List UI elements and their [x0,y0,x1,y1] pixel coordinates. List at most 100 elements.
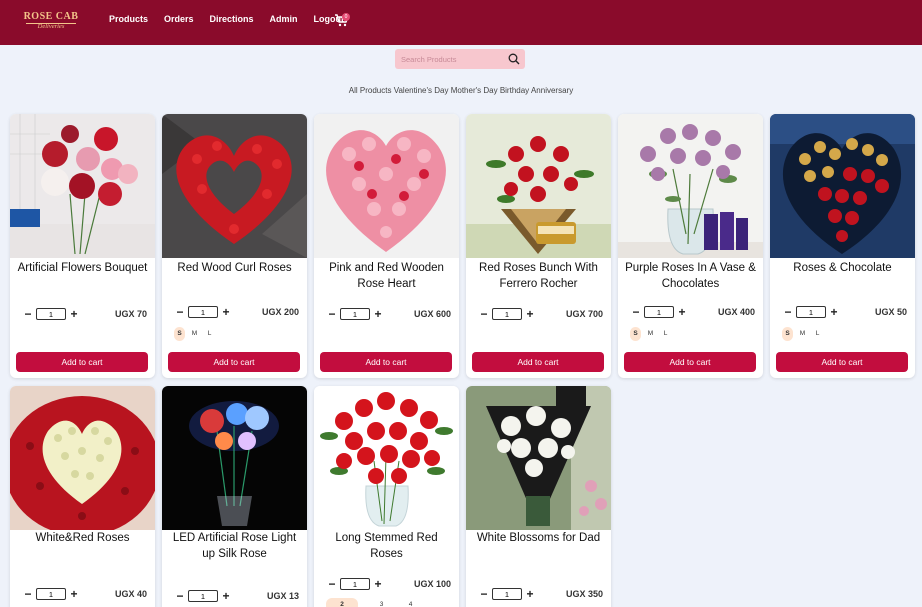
quantity-input[interactable] [340,578,370,590]
nav-link-orders[interactable]: Orders [164,14,194,24]
minus-icon[interactable]: − [174,306,186,318]
quantity-input[interactable] [188,590,218,602]
size-option[interactable]: S [782,327,793,341]
minus-icon[interactable]: − [22,308,34,320]
size-option[interactable]: M [189,327,200,341]
size-selector: S M L [174,327,215,341]
nav-link-products[interactable]: Products [109,14,148,24]
product-price: UGX 600 [413,309,451,319]
led-rose-image [162,386,307,530]
product-card: Pink and Red Wooden Rose Heart − + UGX 6… [314,114,459,378]
product-price: UGX 50 [874,307,907,317]
quantity-input[interactable] [644,306,674,318]
search-input[interactable] [395,49,505,69]
size-option[interactable]: L [812,327,823,341]
plus-icon[interactable]: + [676,306,688,318]
size-option[interactable]: M [797,327,808,341]
quantity-stepper: − + [174,590,240,602]
product-price: UGX 13 [266,591,299,601]
size-option[interactable]: L [660,327,671,341]
size-option[interactable]: M [645,327,656,341]
quantity-input[interactable] [36,588,66,600]
product-card: Artificial Flowers Bouquet − + UGX 70 Ad… [10,114,155,378]
size-option[interactable]: S [174,327,185,341]
quantity-input[interactable] [340,308,370,320]
quantity-input[interactable] [36,308,66,320]
quantity-stepper: − + [478,588,544,600]
plus-icon[interactable]: + [68,588,80,600]
add-to-cart-button[interactable]: Add to cart [624,352,756,372]
quantity-stepper: − + [22,308,88,320]
product-price: UGX 70 [114,309,147,319]
product-title: Red Wood Curl Roses [177,262,292,274]
plus-icon[interactable]: + [828,306,840,318]
product-card: White&Red Roses − + UGX 40 [10,386,155,607]
add-to-cart-button[interactable]: Add to cart [168,352,300,372]
cart-count-badge: 0 [342,13,350,21]
size-option[interactable]: 4 [405,598,416,607]
roses-chocolate-image [770,114,915,258]
minus-icon[interactable]: − [782,306,794,318]
product-title: White Blossoms for Dad [476,532,601,544]
product-title: Roses & Chocolate [793,262,892,274]
plus-icon[interactable]: + [220,590,232,602]
category-all-products[interactable]: All Products [349,86,392,95]
plus-icon[interactable]: + [524,308,536,320]
quantity-input[interactable] [492,308,522,320]
size-option[interactable]: S [630,327,641,341]
category-birthday[interactable]: Birthday [500,86,529,95]
product-price: UGX 400 [717,307,755,317]
add-to-cart-button[interactable]: Add to cart [16,352,148,372]
plus-icon[interactable]: + [372,308,384,320]
product-title: Long Stemmed Red Roses [335,532,438,560]
minus-icon[interactable]: − [326,578,338,590]
product-card: Red Roses Bunch With Ferrero Rocher − + … [466,114,611,378]
quantity-stepper: − + [630,306,696,318]
quantity-input[interactable] [492,588,522,600]
product-price: UGX 100 [413,579,451,589]
minus-icon[interactable]: − [174,590,186,602]
plus-icon[interactable]: + [68,308,80,320]
quantity-input[interactable] [188,306,218,318]
search-icon[interactable] [508,53,520,65]
product-title: Pink and Red Wooden Rose Heart [329,262,444,290]
add-to-cart-button[interactable]: Add to cart [320,352,452,372]
red-wood-curl-roses-image [162,114,307,258]
nav-link-directions[interactable]: Directions [210,14,254,24]
quantity-stepper: − + [326,578,392,590]
minus-icon[interactable]: − [478,588,490,600]
plus-icon[interactable]: + [524,588,536,600]
nav-link-admin[interactable]: Admin [270,14,298,24]
white-red-roses-image [10,386,155,530]
size-option[interactable]: 2 [326,598,358,607]
minus-icon[interactable]: − [326,308,338,320]
quantity-stepper: − + [326,308,392,320]
size-selector: S M L [782,327,823,341]
category-anniversary[interactable]: Anniversary [531,86,573,95]
logo-text: ROSE CAB [23,11,79,22]
minus-icon[interactable]: − [478,308,490,320]
navbar: ROSE CAB Deliveries Products Orders Dire… [0,0,922,45]
product-card: Purple Roses In A Vase & Chocolates − + … [618,114,763,378]
product-title: LED Artificial Rose Light up Silk Rose [172,532,297,560]
long-stemmed-roses-image [314,386,459,530]
add-to-cart-button[interactable]: Add to cart [472,352,604,372]
minus-icon[interactable]: − [630,306,642,318]
quantity-input[interactable] [796,306,826,318]
product-title: Artificial Flowers Bouquet [17,262,148,274]
size-option[interactable]: L [204,327,215,341]
minus-icon[interactable]: − [22,588,34,600]
category-mothers-day[interactable]: Mother's Day [451,86,498,95]
add-to-cart-button[interactable]: Add to cart [776,352,908,372]
red-roses-ferrero-image [466,114,611,258]
size-selector: S M L [630,327,671,341]
brand-logo[interactable]: ROSE CAB Deliveries [18,9,84,35]
plus-icon[interactable]: + [372,578,384,590]
product-title: Purple Roses In A Vase & Chocolates [625,262,756,290]
product-price: UGX 200 [261,307,299,317]
product-price: UGX 700 [565,309,603,319]
plus-icon[interactable]: + [220,306,232,318]
size-selector: 2 3 4 [326,598,416,607]
size-option[interactable]: 3 [376,598,387,607]
category-valentines-day[interactable]: Valentine's Day [394,86,449,95]
